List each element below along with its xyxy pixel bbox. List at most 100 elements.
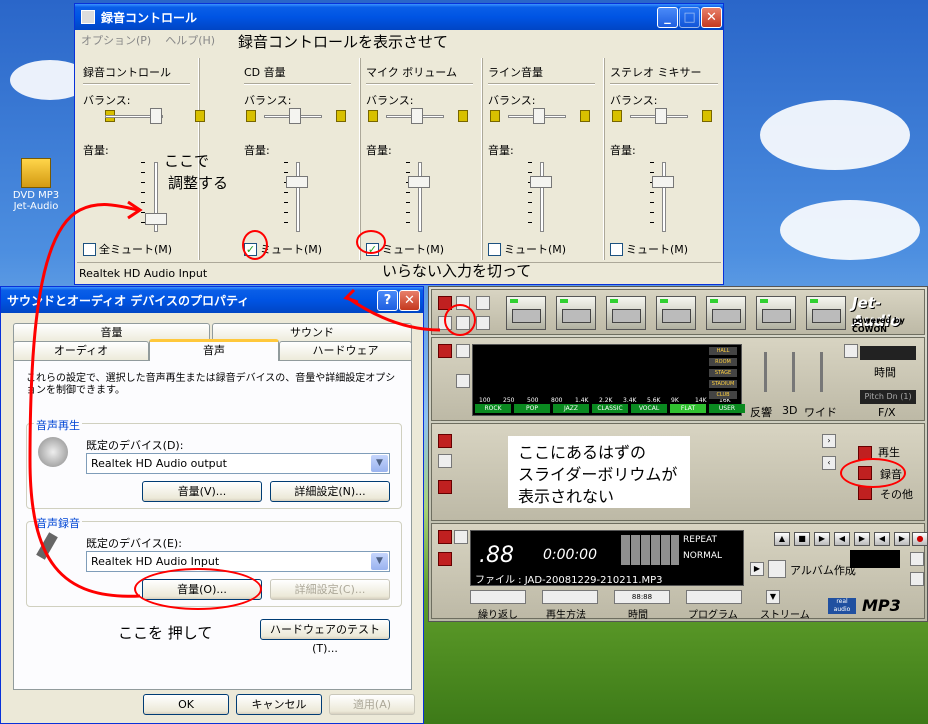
scroll-up-button[interactable]: › [822,434,836,448]
reverb-label: 反響 [750,406,772,419]
eq-preset-button[interactable]: VOCAL [631,404,667,413]
next-button[interactable]: ▶ [894,532,910,546]
eq-frequency-label: 9K [671,397,679,404]
tab-audio[interactable]: オーディオ [13,341,149,361]
help-button[interactable]: ? [377,290,398,311]
player-button[interactable] [910,552,924,566]
mute-checkbox[interactable]: ミュート(M) [610,241,688,257]
panel-menu-button[interactable] [438,434,452,448]
play-mode-button[interactable] [542,590,598,604]
volume-label: 音量: [610,144,636,157]
playback-group-label: 音声再生 [34,417,82,433]
balance-slider[interactable] [150,108,162,124]
title-bar: 録音コントロール _ □ ✕ [75,4,723,30]
player-button[interactable] [910,572,924,586]
menu-help[interactable]: ヘルプ(H) [165,32,215,48]
rewind-button[interactable]: ◀ [834,532,850,546]
playback-device-select[interactable]: Realtek HD Audio output ▼ [86,453,390,474]
balance-slider[interactable] [289,108,301,124]
eq-mode-button[interactable]: STAGE [709,369,737,377]
eq-button[interactable] [456,344,470,358]
ok-button[interactable]: OK [143,694,229,715]
play-pause-button[interactable]: ▶ [814,532,830,546]
speaker-app-icon [81,10,95,24]
album-toggle-button[interactable]: ▶ [750,562,764,576]
volume-display [850,550,900,568]
cancel-button[interactable]: キャンセル [236,694,322,715]
time-label: 時間 [628,610,648,621]
eject-button[interactable]: ▲ [774,532,790,546]
eq-preset-button[interactable]: POP [514,404,550,413]
volume-slider[interactable] [652,176,674,188]
mute-checkbox[interactable]: ミュート(M) [488,241,566,257]
eq-menu-button[interactable] [438,344,452,358]
device-button[interactable] [656,296,696,330]
eq-preset-button[interactable]: USER [709,404,745,413]
eq-preset-button[interactable]: ROCK [475,404,511,413]
pitch-display[interactable]: Pitch Dn (1) [860,390,916,404]
tab-voice[interactable]: 音声 [149,339,279,361]
mixer-button[interactable] [438,454,452,468]
minimize-button[interactable]: _ [657,7,678,28]
player-button[interactable] [454,530,468,544]
album-icon[interactable] [768,560,786,578]
scroll-left-button[interactable]: ‹ [822,456,836,470]
previous-button[interactable]: ◀ [874,532,890,546]
device-button[interactable] [506,296,546,330]
jetaudio-close-button[interactable] [476,316,490,330]
playback-volume-button[interactable]: 音量(V)... [142,481,262,502]
mute-all-checkbox[interactable]: 全ミュート(M) [83,241,172,257]
device-button[interactable] [606,296,646,330]
device-button[interactable] [756,296,796,330]
program-button[interactable] [686,590,742,604]
record-button[interactable]: ● [912,532,928,546]
recording-device-select[interactable]: Realtek HD Audio Input ▼ [86,551,390,572]
panel-button[interactable] [438,480,452,494]
time-display-button[interactable]: 88:88 [614,590,670,604]
menu-options[interactable]: オプション(P) [81,32,151,48]
eq-mode-button[interactable]: HALL [709,347,737,355]
volume-slider[interactable] [145,213,167,225]
eq-preset-button[interactable]: JAZZ [553,404,589,413]
desktop-icon-jetaudio[interactable]: DVD MP3 Jet-Audio [8,158,64,212]
speaker-icon [38,437,68,467]
volume-slider[interactable] [530,176,552,188]
player-menu-button[interactable] [438,530,452,544]
eq-preset-button[interactable]: CLASSIC [592,404,628,413]
eq-frequency-label: 3.4K [623,397,637,404]
effect-sliders[interactable] [754,352,842,392]
balance-slider[interactable] [411,108,423,124]
playback-advanced-button[interactable]: 詳細設定(N)... [270,481,390,502]
eq-preset-button[interactable]: FLAT [670,404,706,413]
eq-mode-button[interactable]: CLUB [709,391,737,399]
eq-frequency-label: 1.4K [575,397,589,404]
hardware-test-button[interactable]: ハードウェアのテスト(T)... [260,619,390,655]
balance-slider[interactable] [533,108,545,124]
maximize-button: □ [679,7,700,28]
tab-hardware[interactable]: ハードウェア [279,341,412,361]
stop-button[interactable]: ■ [794,532,810,546]
repeat-button[interactable] [470,590,526,604]
repeat-indicator: REPEAT [683,535,718,545]
player-button[interactable] [438,552,452,566]
volume-slider[interactable] [286,176,308,188]
eq-mode-button[interactable]: STADIUM [709,380,737,388]
close-button[interactable]: ✕ [399,290,420,311]
stream-button[interactable]: ▼ [766,590,780,604]
volume-slider[interactable] [408,176,430,188]
default-device-label: 既定のデバイス(D): [86,439,184,452]
close-button[interactable]: ✕ [701,7,722,28]
eq-graph-button[interactable] [456,374,470,388]
time-toggle-button[interactable] [844,344,858,358]
balance-slider[interactable] [655,108,667,124]
other-mode-button[interactable] [858,486,872,500]
remote-button[interactable] [806,296,846,330]
equalizer-panel: 100 250 500 800 1.4K 2.2K 3.4K 5.6K 9K 14K 16K ROC… [431,337,925,421]
eq-mode-button[interactable]: ROOM [709,358,737,366]
annotation-note-box: ここにあるはずの スライダーボリウムが 表示されない [508,436,690,508]
fast-forward-button[interactable]: ▶ [854,532,870,546]
device-button[interactable] [556,296,596,330]
device-button[interactable] [706,296,746,330]
search-icon[interactable] [476,296,490,310]
speaker-left-icon [612,110,622,122]
